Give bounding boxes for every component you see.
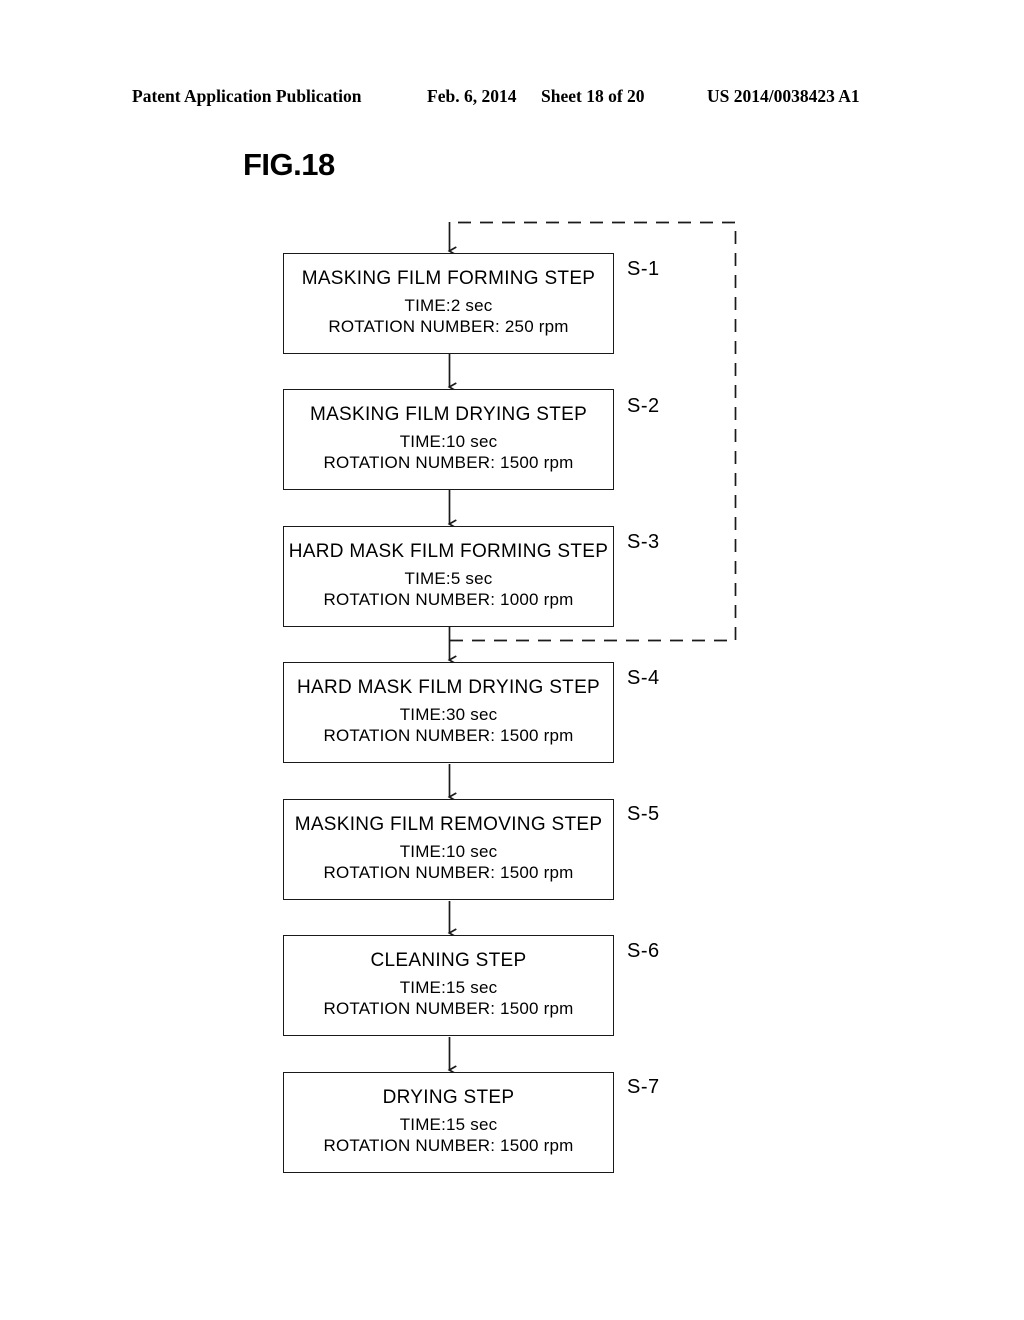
step-ref-label-s-3: S-3: [627, 531, 660, 553]
step-title: CLEANING STEP: [370, 950, 527, 972]
step-title: HARD MASK FILM FORMING STEP: [288, 541, 609, 563]
step-ref-label-s-5: S-5: [627, 803, 660, 825]
step-rotation-number: ROTATION NUMBER: 1500 rpm: [323, 998, 574, 1018]
step-rotation-number: ROTATION NUMBER: 1500 rpm: [323, 862, 574, 882]
step-box-s-5[interactable]: MASKING FILM REMOVING STEP TIME:10 sec R…: [283, 799, 614, 900]
step-box-s-2[interactable]: MASKING FILM DRYING STEP TIME:10 sec ROT…: [283, 389, 614, 490]
step-time: TIME:30 sec: [399, 705, 498, 725]
step-time: TIME:10 sec: [399, 432, 498, 452]
step-title: MASKING FILM REMOVING STEP: [294, 814, 603, 836]
step-ref-label-s-1: S-1: [627, 258, 660, 280]
step-rotation-number: ROTATION NUMBER: 1500 rpm: [323, 725, 574, 745]
step-time: TIME:5 sec: [404, 569, 493, 589]
step-ref-label-s-4: S-4: [627, 667, 660, 689]
step-time: TIME:10 sec: [399, 842, 498, 862]
step-box-s-7[interactable]: DRYING STEP TIME:15 sec ROTATION NUMBER:…: [283, 1072, 614, 1173]
step-ref-label-s-2: S-2: [627, 395, 660, 417]
step-box-s-4[interactable]: HARD MASK FILM DRYING STEP TIME:30 sec R…: [283, 662, 614, 763]
step-box-s-1[interactable]: MASKING FILM FORMING STEP TIME:2 sec ROT…: [283, 253, 614, 354]
step-rotation-number: ROTATION NUMBER: 1500 rpm: [323, 452, 574, 472]
flowchart: MASKING FILM FORMING STEP TIME:2 sec ROT…: [0, 0, 1024, 1320]
step-box-s-6[interactable]: CLEANING STEP TIME:15 sec ROTATION NUMBE…: [283, 935, 614, 1036]
step-time: TIME:2 sec: [404, 296, 493, 316]
step-title: HARD MASK FILM DRYING STEP: [296, 677, 601, 699]
step-ref-label-s-6: S-6: [627, 940, 660, 962]
step-rotation-number: ROTATION NUMBER: 250 rpm: [328, 316, 569, 336]
step-time: TIME:15 sec: [399, 1115, 498, 1135]
step-title: MASKING FILM DRYING STEP: [309, 404, 588, 426]
step-ref-label-s-7: S-7: [627, 1076, 660, 1098]
step-rotation-number: ROTATION NUMBER: 1500 rpm: [323, 1135, 574, 1155]
step-time: TIME:15 sec: [399, 978, 498, 998]
step-title: DRYING STEP: [382, 1087, 515, 1109]
step-title: MASKING FILM FORMING STEP: [301, 268, 596, 290]
step-box-s-3[interactable]: HARD MASK FILM FORMING STEP TIME:5 sec R…: [283, 526, 614, 627]
step-rotation-number: ROTATION NUMBER: 1000 rpm: [323, 589, 574, 609]
